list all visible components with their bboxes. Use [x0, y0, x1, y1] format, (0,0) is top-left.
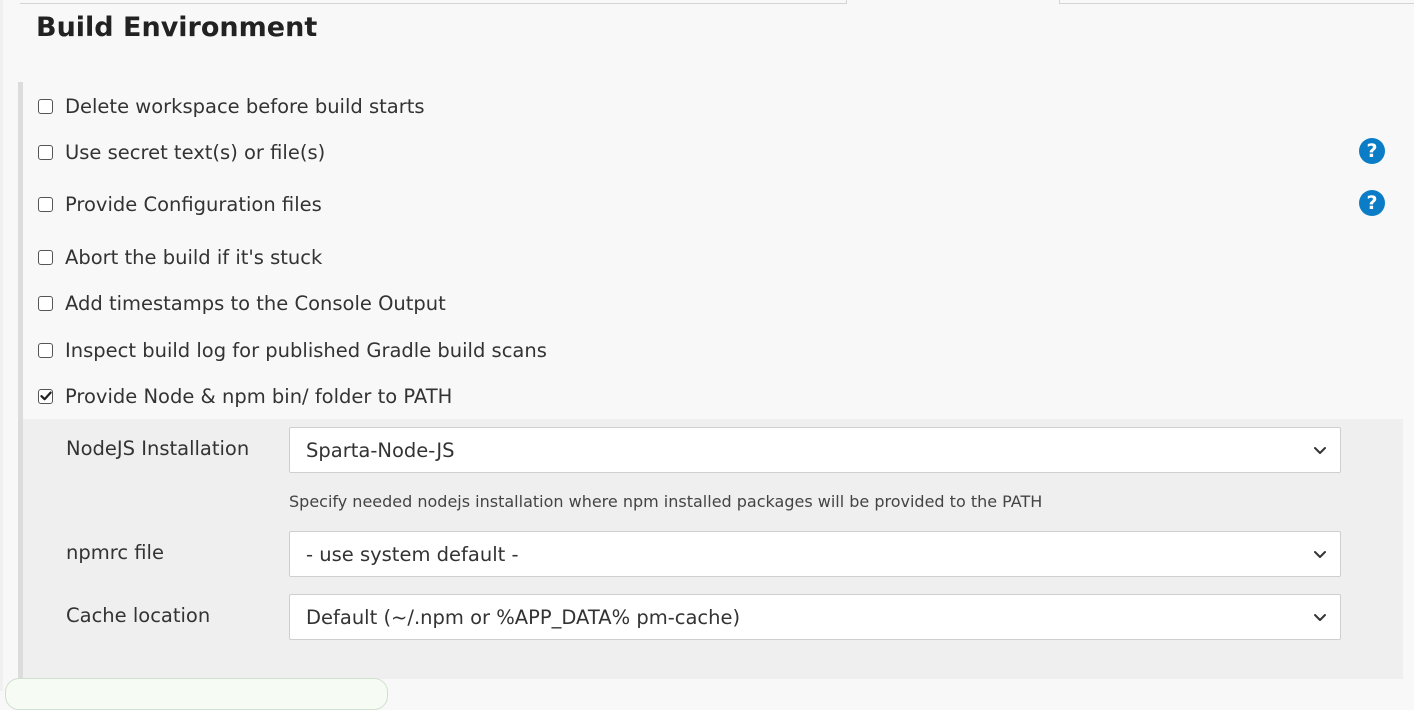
chevron-down-icon: [1314, 447, 1326, 454]
option-label: Use secret text(s) or file(s): [65, 140, 326, 164]
option-label: Add timestamps to the Console Output: [65, 291, 446, 315]
nodejs-installation-label: NodeJS Installation: [66, 437, 250, 460]
chevron-down-icon: [1314, 551, 1326, 558]
select-value: Sparta-Node-JS: [306, 438, 455, 462]
option-delete-workspace[interactable]: Delete workspace before build starts: [38, 92, 425, 120]
option-label: Inspect build log for published Gradle b…: [65, 338, 547, 362]
checkbox[interactable]: [38, 144, 53, 160]
tab-edge: [846, 0, 847, 4]
option-secret-text[interactable]: Use secret text(s) or file(s): [38, 138, 325, 166]
checkbox[interactable]: [38, 295, 53, 311]
nodejs-help-text: Specify needed nodejs installation where…: [289, 492, 1043, 511]
checkbox[interactable]: [38, 249, 53, 265]
nodejs-installation-select[interactable]: Sparta-Node-JS: [289, 427, 1341, 473]
tab-bar-border-left: [20, 0, 847, 4]
option-node-npm-path[interactable]: Provide Node & npm bin/ folder to PATH: [38, 382, 452, 410]
npmrc-file-label: npmrc file: [66, 541, 164, 564]
option-timestamps[interactable]: Add timestamps to the Console Output: [38, 289, 446, 317]
help-icon[interactable]: ?: [1359, 190, 1385, 216]
checkbox[interactable]: [38, 98, 53, 114]
option-label: Delete workspace before build starts: [65, 94, 425, 118]
checkbox[interactable]: [38, 196, 53, 212]
page-left-edge: [0, 0, 3, 691]
tab-bar-border-right: [1060, 0, 1414, 4]
select-value: - use system default -: [306, 542, 519, 566]
option-abort-stuck[interactable]: Abort the build if it's stuck: [38, 243, 322, 271]
option-gradle-scans[interactable]: Inspect build log for published Gradle b…: [38, 336, 547, 364]
section-title: Build Environment: [36, 12, 318, 43]
chevron-down-icon: [1314, 614, 1326, 621]
option-label: Provide Node & npm bin/ folder to PATH: [65, 384, 453, 408]
option-label: Abort the build if it's stuck: [65, 245, 323, 269]
cache-location-label: Cache location: [66, 604, 211, 627]
option-label: Provide Configuration files: [65, 192, 322, 216]
select-value: Default (~/.npm or %APP_DATA% pm-cache): [306, 605, 741, 629]
bottom-notification: [5, 678, 388, 710]
checkbox-checked[interactable]: [38, 388, 53, 404]
npmrc-file-select[interactable]: - use system default -: [289, 531, 1341, 577]
cache-location-select[interactable]: Default (~/.npm or %APP_DATA% pm-cache): [289, 594, 1341, 640]
option-config-files[interactable]: Provide Configuration files: [38, 190, 322, 218]
checkbox[interactable]: [38, 342, 53, 358]
help-icon[interactable]: ?: [1359, 138, 1385, 164]
check-icon: [39, 391, 52, 401]
